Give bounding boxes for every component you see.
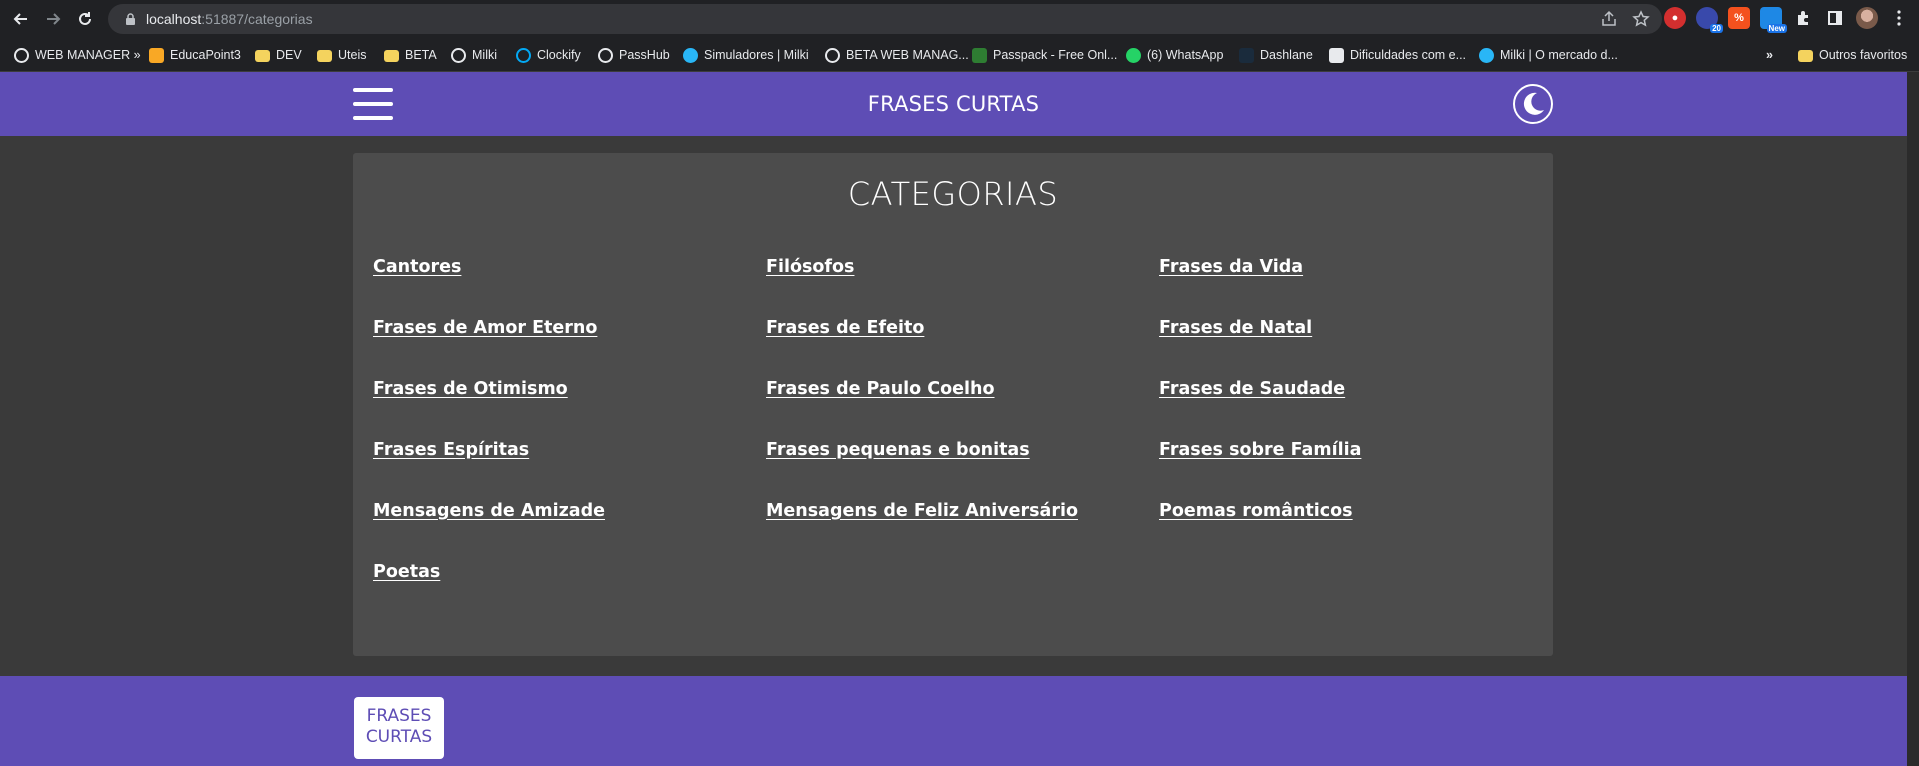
bookmark-item[interactable]: BETA WEB MANAG...: [825, 46, 969, 64]
categories-list: Cantores Filósofos Frases da Vida Frases…: [373, 257, 1553, 623]
footer-logo[interactable]: FRASES CURTAS: [354, 697, 444, 759]
star-icon[interactable]: [1632, 10, 1650, 28]
category-link[interactable]: Mensagens de Feliz Aniversário: [766, 501, 1078, 521]
dashlane-icon: [1239, 47, 1254, 63]
share-icon[interactable]: [1600, 10, 1618, 28]
browser-toolbar: localhost:51887/categorias ● 20 % New: [0, 0, 1919, 38]
category-link[interactable]: Frases de Amor Eterno: [373, 318, 597, 338]
page-title: CATEGORIAS: [847, 175, 1059, 213]
site-title[interactable]: FRASES CURTAS: [0, 92, 1907, 116]
folder-icon: [1798, 49, 1813, 62]
bookmark-item[interactable]: Milki | O mercado d...: [1479, 46, 1618, 64]
extension-counter-icon[interactable]: 20: [1696, 7, 1723, 33]
bookmark-item[interactable]: Uteis: [317, 46, 366, 64]
back-button[interactable]: [8, 6, 34, 32]
arrow-left-icon: [13, 13, 27, 25]
category-link[interactable]: Poetas: [373, 562, 440, 582]
category-link[interactable]: Frases de Natal: [1159, 318, 1312, 338]
bookmark-item[interactable]: (6) WhatsApp: [1126, 46, 1223, 64]
globe-icon: [451, 47, 466, 63]
category-link[interactable]: Frases de Otimismo: [373, 379, 568, 399]
lock-icon: [122, 12, 138, 26]
bookmark-item[interactable]: Dashlane: [1239, 46, 1313, 64]
bookmark-item[interactable]: BETA: [384, 46, 437, 64]
extensions-area: ● 20 % New: [1664, 7, 1910, 33]
url-text: localhost:51887/categorias: [146, 11, 313, 27]
bookmark-item[interactable]: EducaPoint3: [149, 46, 241, 64]
arrow-right-icon: [47, 13, 61, 25]
category-link[interactable]: Frases pequenas e bonitas: [766, 440, 1030, 460]
forward-button[interactable]: [40, 6, 66, 32]
globe-icon: [14, 47, 29, 63]
category-link[interactable]: Cantores: [373, 257, 461, 277]
folder-icon: [255, 49, 270, 62]
profile-avatar[interactable]: [1856, 7, 1878, 29]
educapoint-icon: [149, 47, 164, 63]
bookmark-item[interactable]: DEV: [255, 46, 302, 64]
category-link[interactable]: Frases Espíritas: [373, 440, 529, 460]
adblock-extension-icon[interactable]: ●: [1664, 7, 1686, 29]
address-bar[interactable]: localhost:51887/categorias: [108, 4, 1662, 34]
moon-icon: [1523, 92, 1544, 115]
whatsapp-icon: [1126, 47, 1141, 63]
milki-icon: [1479, 47, 1494, 63]
menu-dots-icon[interactable]: [1888, 7, 1910, 29]
bookmark-item[interactable]: Milki: [451, 46, 497, 64]
bookmark-item[interactable]: PassHub: [598, 46, 670, 64]
globe-icon: [598, 47, 613, 63]
category-link[interactable]: Poemas românticos: [1159, 501, 1353, 521]
bookmarks-bar: WEB MANAGER » EducaPoint3 DEV Uteis BETA…: [0, 38, 1919, 72]
more-bookmarks-button[interactable]: »: [1766, 46, 1773, 64]
dark-mode-toggle[interactable]: [1513, 84, 1553, 124]
side-panel-icon[interactable]: [1824, 7, 1846, 29]
site-header: FRASES CURTAS: [0, 72, 1907, 136]
reload-button[interactable]: [72, 6, 98, 32]
clockify-icon: [516, 47, 531, 63]
bookmark-item[interactable]: Dificuldades com e...: [1329, 46, 1466, 64]
other-favorites[interactable]: Outros favoritos: [1798, 46, 1907, 64]
category-link[interactable]: Mensagens de Amizade: [373, 501, 605, 521]
category-link[interactable]: Frases de Efeito: [766, 318, 924, 338]
category-link[interactable]: Frases da Vida: [1159, 257, 1303, 277]
bookmark-item[interactable]: WEB MANAGER »: [14, 46, 141, 64]
milki-icon: [683, 47, 698, 63]
category-link[interactable]: Frases sobre Família: [1159, 440, 1361, 460]
new-extension-icon[interactable]: New: [1760, 7, 1787, 33]
bookmark-item[interactable]: Clockify: [516, 46, 581, 64]
reload-icon: [79, 12, 91, 25]
site-footer: FRASES CURTAS: [0, 676, 1907, 766]
category-link[interactable]: Frases de Saudade: [1159, 379, 1345, 399]
scrollbar[interactable]: [1907, 72, 1919, 766]
bookmark-item[interactable]: Simuladores | Milki: [683, 46, 809, 64]
globe-icon: [825, 47, 840, 63]
percent-extension-icon[interactable]: %: [1728, 7, 1750, 29]
bookmark-item[interactable]: Passpack - Free Onl...: [972, 46, 1117, 64]
folder-icon: [384, 49, 399, 62]
puzzle-icon[interactable]: [1792, 7, 1814, 29]
folder-icon: [317, 49, 332, 62]
category-link[interactable]: Filósofos: [766, 257, 854, 277]
page-icon: [1329, 47, 1344, 63]
passpack-icon: [972, 47, 987, 63]
category-link[interactable]: Frases de Paulo Coelho: [766, 379, 995, 399]
footer-logo-line: FRASES: [366, 706, 432, 726]
categories-card: CATEGORIAS Cantores Filósofos Frases da …: [353, 153, 1553, 656]
footer-logo-line: CURTAS: [365, 727, 433, 747]
